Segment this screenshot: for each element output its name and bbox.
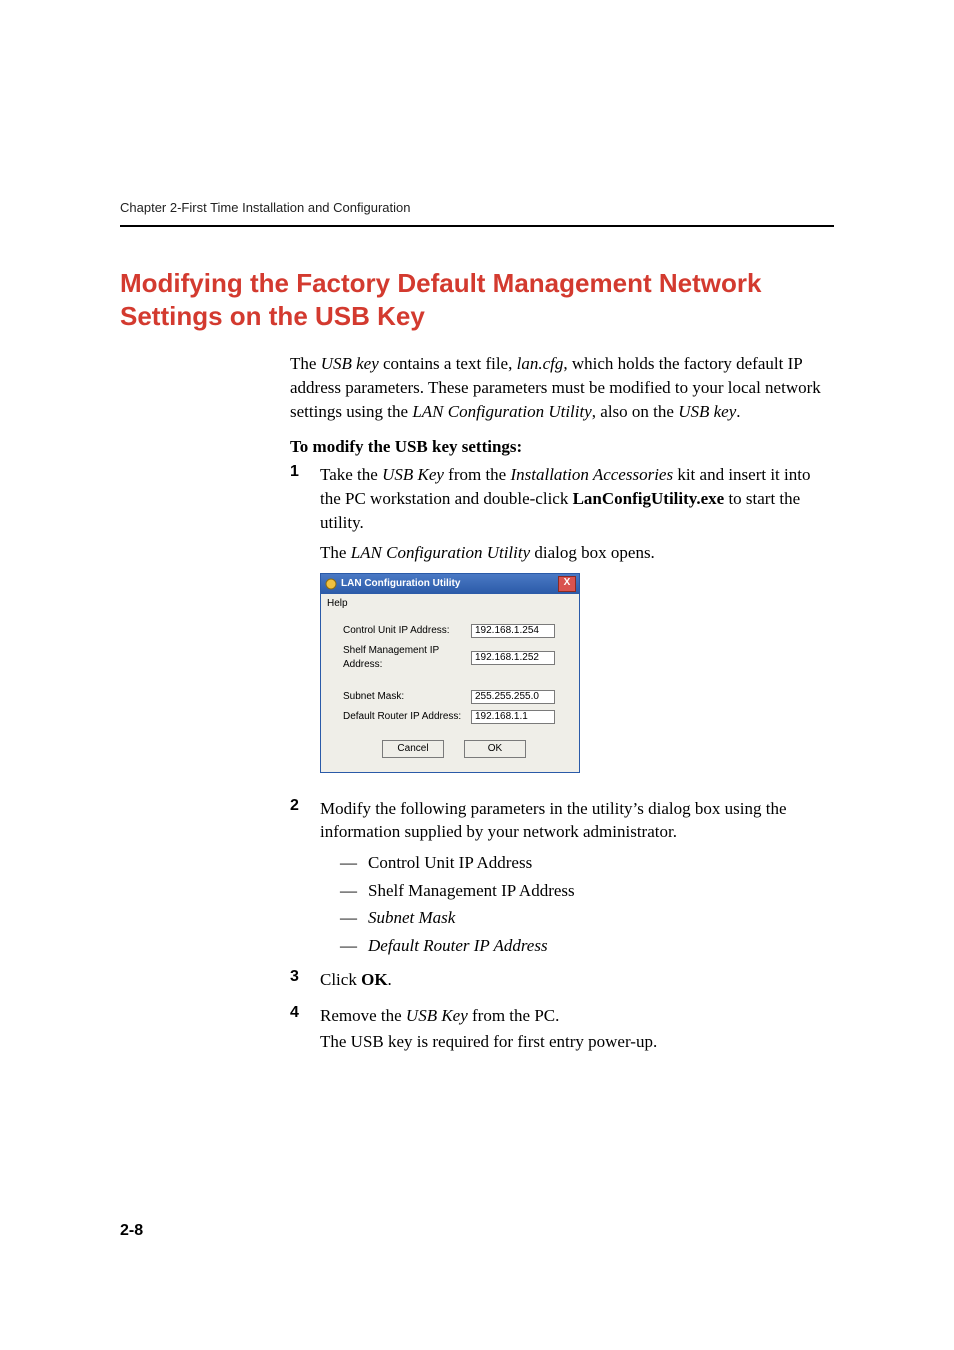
term-usb-key: USB key — [321, 354, 379, 373]
text: dialog box opens. — [530, 543, 655, 562]
label-subnet: Subnet Mask: — [343, 690, 471, 704]
text: The USB key is required for first entry … — [320, 1030, 657, 1054]
text: Remove the — [320, 1006, 406, 1025]
cancel-button[interactable]: Cancel — [382, 740, 444, 758]
body-column: The USB key contains a text file, lan.cf… — [290, 352, 834, 1060]
row-subnet: Subnet Mask: — [343, 690, 565, 704]
text: , also on the — [592, 402, 678, 421]
menu-help[interactable]: Help — [321, 594, 579, 614]
app-icon — [325, 578, 337, 590]
text: . — [388, 970, 392, 989]
term-usb-key: USB Key — [382, 465, 444, 484]
subitem-router: Default Router IP Address — [344, 933, 834, 959]
term-lan-cfg: lan.cfg — [517, 354, 564, 373]
text: Subnet Mask — [368, 908, 455, 927]
step-body: Take the USB Key from the Installation A… — [320, 463, 834, 790]
ok-button[interactable]: OK — [464, 740, 526, 758]
step-body: Modify the following parameters in the u… — [320, 797, 834, 963]
intro-paragraph: The USB key contains a text file, lan.cf… — [290, 352, 834, 423]
text: contains a text file, — [379, 354, 517, 373]
input-shelf-mgmt[interactable] — [471, 651, 555, 665]
text: Shelf Management IP Address — [368, 881, 575, 900]
section-title: Modifying the Factory Default Management… — [120, 267, 834, 332]
step-4: 4 Remove the USB Key from the PC. The US… — [290, 1004, 834, 1060]
step2-sublist: Control Unit IP Address Shelf Management… — [344, 850, 834, 958]
step-3: 3 Click OK. — [290, 968, 834, 998]
term-usb-key: USB Key — [406, 1006, 468, 1025]
input-control-unit[interactable] — [471, 624, 555, 638]
dialog-title-left: LAN Configuration Utility — [325, 577, 460, 591]
lan-config-dialog: LAN Configuration Utility X Help Control… — [320, 573, 580, 773]
text: . — [736, 402, 740, 421]
text: The — [320, 543, 351, 562]
gap — [343, 678, 565, 690]
text: from the PC. — [468, 1006, 560, 1025]
input-subnet[interactable] — [471, 690, 555, 704]
text: Control Unit IP Address — [368, 853, 532, 872]
step-number: 3 — [290, 968, 320, 986]
term-lan-config-utility: LAN Configuration Utility — [351, 543, 530, 562]
dialog-titlebar: LAN Configuration Utility X — [321, 574, 579, 594]
step-body: Click OK. — [320, 968, 392, 998]
text: from the — [444, 465, 511, 484]
row-control-unit: Control Unit IP Address: — [343, 624, 565, 638]
page: Chapter 2-First Time Installation and Co… — [0, 0, 954, 1350]
term-lan-config-utility: LAN Configuration Utility — [412, 402, 591, 421]
header-rule — [120, 225, 834, 227]
label-shelf-mgmt: Shelf Management IP Address: — [343, 644, 471, 672]
text: Default Router IP Address — [368, 936, 548, 955]
subitem-subnet: Subnet Mask — [344, 905, 834, 931]
step-body: Remove the USB Key from the PC. The USB … — [320, 1004, 657, 1060]
subitem-shelf: Shelf Management IP Address — [344, 878, 834, 904]
input-router[interactable] — [471, 710, 555, 724]
step-number: 4 — [290, 1004, 320, 1022]
dialog-buttons: Cancel OK — [343, 730, 565, 762]
ok-label: OK — [361, 970, 387, 989]
page-number: 2-8 — [120, 1222, 143, 1240]
row-router: Default Router IP Address: — [343, 710, 565, 724]
running-head: Chapter 2-First Time Installation and Co… — [120, 200, 834, 215]
text: The — [290, 354, 321, 373]
step-number: 2 — [290, 797, 320, 815]
label-router: Default Router IP Address: — [343, 710, 471, 724]
close-button[interactable]: X — [558, 576, 576, 592]
text: Take the — [320, 465, 382, 484]
subitem-cu: Control Unit IP Address — [344, 850, 834, 876]
label-control-unit: Control Unit IP Address: — [343, 624, 471, 638]
text: Modify the following parameters in the u… — [320, 797, 834, 845]
dialog-title-text: LAN Configuration Utility — [341, 577, 460, 591]
row-shelf-mgmt: Shelf Management IP Address: — [343, 644, 565, 672]
steps-list: 1 Take the USB Key from the Installation… — [290, 463, 834, 1059]
text: Click — [320, 970, 361, 989]
step-2: 2 Modify the following parameters in the… — [290, 797, 834, 963]
term-installation-accessories: Installation Accessories — [510, 465, 673, 484]
procedure-heading: To modify the USB key settings: — [290, 437, 834, 457]
term-usb-key: USB key — [678, 402, 736, 421]
filename: LanConfigUtility.exe — [573, 489, 725, 508]
step-number: 1 — [290, 463, 320, 481]
dialog-body: Control Unit IP Address: Shelf Managemen… — [321, 614, 579, 772]
step-1: 1 Take the USB Key from the Installation… — [290, 463, 834, 790]
